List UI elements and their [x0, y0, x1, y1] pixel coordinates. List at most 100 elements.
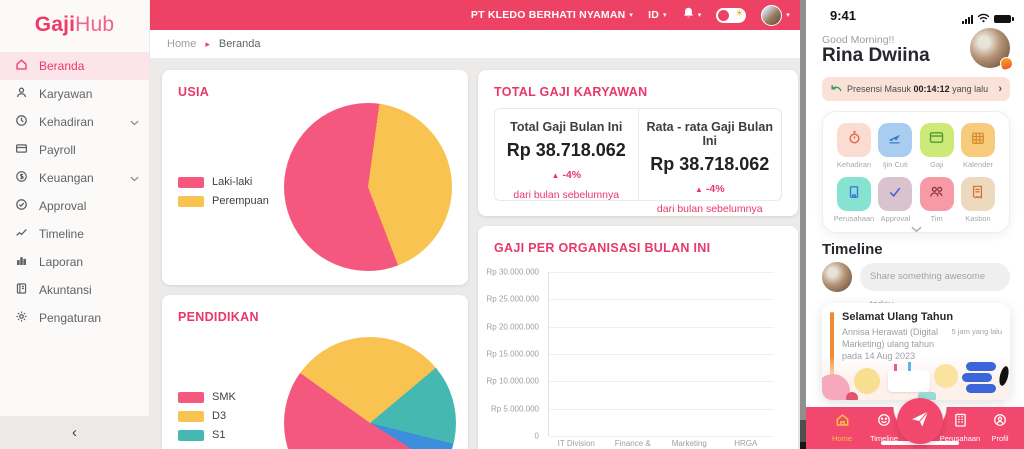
- sidebar-item-keuangan[interactable]: Keuangan: [0, 164, 149, 192]
- tile-kehadiran[interactable]: Kehadiran: [835, 123, 873, 169]
- caret-icon: ▾: [629, 11, 633, 19]
- bell-icon: [682, 6, 695, 25]
- birthday-post-card[interactable]: Selamat Ulang Tahun 5 jam yang lalu Anni…: [822, 303, 1010, 400]
- sidebar-menu: Beranda Karyawan Kehadiran Payroll: [0, 52, 149, 332]
- nav-home[interactable]: Home: [822, 413, 862, 443]
- caret-icon: ▾: [786, 11, 790, 19]
- tile-ijin-cuti[interactable]: Ijin Cuti: [876, 123, 914, 169]
- caret-icon: ▾: [663, 11, 667, 19]
- tile-approval[interactable]: Approval: [876, 177, 914, 223]
- calendar-icon: [971, 131, 985, 150]
- notifications-button[interactable]: ▾: [682, 6, 702, 25]
- sidebar-collapse-button[interactable]: ‹: [0, 416, 149, 449]
- nav-perusahaan[interactable]: Perusahaan: [936, 413, 984, 443]
- clock-icon: [15, 114, 28, 130]
- toggle-knob: [718, 10, 729, 21]
- total-gaji-stats: Total Gaji Bulan Ini Rp 38.718.062 ▲-4% …: [494, 108, 782, 201]
- card-icon: [929, 131, 944, 149]
- signal-icon: [962, 15, 973, 24]
- usia-title: USIA: [178, 85, 209, 99]
- battery-icon: [994, 15, 1011, 24]
- stat-rata-rata: Rata - rata Gaji Bulan Ini Rp 38.718.062…: [638, 109, 782, 200]
- building-icon: [847, 185, 861, 204]
- nav-profil[interactable]: Profil: [982, 413, 1018, 443]
- app-logo: GajiHub: [0, 0, 149, 37]
- theme-toggle[interactable]: ☀: [716, 8, 746, 23]
- company-selector[interactable]: PT KLEDO BERHATI NYAMAN▾: [471, 9, 633, 21]
- chevron-down-icon: [130, 171, 139, 185]
- pendidikan-pie-chart: [284, 337, 456, 449]
- collapse-icon: ‹: [72, 424, 77, 441]
- sidebar-item-timeline[interactable]: Timeline: [0, 220, 149, 248]
- topbar: PT KLEDO BERHATI NYAMAN▾ ID▾ ▾ ☀ ▾: [150, 0, 806, 30]
- tile-gaji[interactable]: Gaji: [918, 123, 956, 169]
- sidebar-item-karyawan[interactable]: Karyawan: [0, 80, 149, 108]
- stat-total-bulan-ini: Total Gaji Bulan Ini Rp 38.718.062 ▲-4% …: [495, 109, 638, 200]
- legend-swatch: [178, 177, 204, 188]
- bar-plot: [548, 272, 774, 436]
- money-icon: [15, 170, 28, 186]
- expand-menu-button[interactable]: [835, 225, 997, 235]
- pendidikan-card: PENDIDIKAN SMK D3 S1 S2: [162, 295, 468, 449]
- legend-swatch: [178, 430, 204, 441]
- tile-kasbon[interactable]: Kasbon: [959, 177, 997, 223]
- sidebar-item-approval[interactable]: Approval: [0, 192, 149, 220]
- status-icons: [962, 10, 1011, 28]
- breadcrumb-home[interactable]: Home: [167, 38, 196, 50]
- share-input[interactable]: Share something awesome today: [860, 263, 1010, 291]
- sidebar-item-kehadiran[interactable]: Kehadiran: [0, 108, 149, 136]
- payroll-card-icon: [15, 142, 28, 158]
- streak-flame-icon: [999, 56, 1015, 72]
- bar-yaxis: Rp 30.000.000Rp 25.000.000Rp 20.000.000R…: [484, 272, 542, 436]
- building-icon: [954, 413, 967, 432]
- sidebar-item-akuntansi[interactable]: Akuntansi: [0, 276, 149, 304]
- trend-icon: [15, 226, 28, 242]
- check-circle-icon: [15, 198, 28, 214]
- screen: GajiHub Beranda Karyawan Kehadiran: [0, 0, 1024, 449]
- sidebar-item-laporan[interactable]: Laporan: [0, 248, 149, 276]
- home-icon: [835, 413, 850, 432]
- stopwatch-icon: [847, 130, 862, 150]
- usia-card: USIA Laki-laki Perempuan: [162, 70, 468, 285]
- check-icon: [888, 185, 902, 203]
- legend-swatch: [178, 411, 204, 422]
- total-gaji-title: TOTAL GAJI KARYAWAN: [494, 85, 647, 99]
- triangle-up-icon: ▲: [551, 171, 559, 180]
- chevron-right-icon: ›: [998, 83, 1002, 95]
- compose-post-button[interactable]: [897, 398, 943, 444]
- profile-menu[interactable]: ▾: [761, 5, 790, 26]
- tile-kalender[interactable]: Kalender: [959, 123, 997, 169]
- tile-tim[interactable]: Tim: [918, 177, 956, 223]
- gear-icon: [15, 310, 28, 326]
- caret-icon: ▾: [698, 11, 702, 19]
- sidebar-item-payroll[interactable]: Payroll: [0, 136, 149, 164]
- cake-graphic: [888, 370, 930, 392]
- usia-pie-chart: [284, 103, 452, 271]
- triangle-up-icon: ▲: [695, 185, 703, 194]
- plane-icon: [887, 130, 903, 150]
- sidebar-item-pengaturan[interactable]: Pengaturan: [0, 304, 149, 332]
- smiley-icon: [877, 413, 891, 432]
- legend-item: Perempuan: [178, 195, 269, 207]
- team-icon: [929, 185, 945, 203]
- logo-light: Hub: [75, 13, 114, 36]
- user-avatar[interactable]: [970, 28, 1010, 68]
- legend-item: Laki-laki: [178, 176, 269, 188]
- sidebar-item-beranda[interactable]: Beranda: [0, 52, 149, 80]
- status-time: 9:41: [830, 8, 856, 23]
- gaji-organisasi-card: GAJI PER ORGANISASI BULAN INI Rp 30.000.…: [478, 226, 798, 449]
- users-icon: [15, 86, 28, 102]
- avatar: [761, 5, 782, 26]
- breadcrumb: Home ▸ Beranda: [150, 30, 806, 59]
- legend-swatch: [178, 196, 204, 207]
- logo-bold: Gaji: [35, 13, 75, 36]
- breadcrumb-arrow-icon: ▸: [205, 39, 210, 50]
- language-selector[interactable]: ID▾: [648, 9, 667, 21]
- usia-legend: Laki-laki Perempuan: [178, 176, 269, 207]
- presensi-banner[interactable]: Presensi Masuk 00:14:12 yang lalu ›: [822, 77, 1010, 101]
- bar-xlabels: IT Division Finance & Marketing HRGA: [548, 439, 774, 448]
- vertical-scrollbar[interactable]: [800, 0, 806, 449]
- tile-perusahaan[interactable]: Perusahaan: [835, 177, 873, 223]
- pendidikan-legend: SMK D3 S1 S2: [178, 391, 236, 449]
- profile-icon: [993, 413, 1007, 432]
